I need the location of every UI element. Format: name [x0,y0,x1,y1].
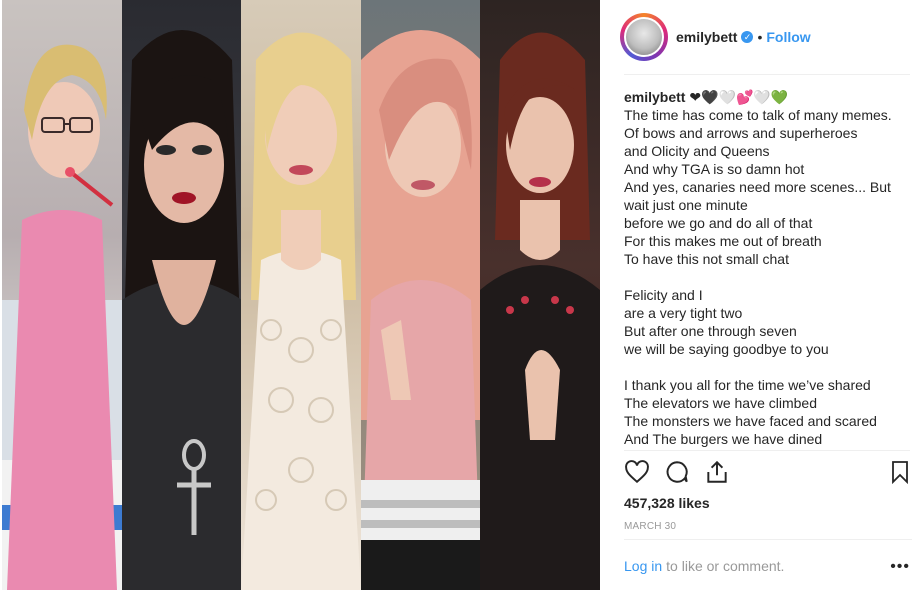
caption-line: Of bows and arrows and superheroes [624,125,858,141]
caption-line: Felicity and I [624,287,703,303]
caption-line: and Olicity and Queens [624,143,770,159]
caption-lines: The time has come to talk of many memes.… [624,106,900,448]
post-actions: 457,328 likes MARCH 30 [624,450,910,541]
caption-line [624,358,900,376]
post-sidebar: emilybett ✓ • Follow emilybett ❤🖤🤍💕🤍💚 Th… [600,0,920,590]
image-panel-3 [241,0,361,590]
caption-first-line: emilybett ❤🖤🤍💕🤍💚 [624,88,900,106]
verified-badge-icon: ✓ [741,31,754,43]
image-panel-4 [360,0,481,590]
post-caption: emilybett ❤🖤🤍💕🤍💚 The time has come to ta… [624,88,900,448]
caption-line: before we go and do all of that [624,215,813,231]
caption-line: The time has come to talk of many memes. [624,107,892,123]
caption-line: we will be saying goodbye to you [624,341,829,357]
post-date[interactable]: MARCH 30 [624,521,676,532]
bookmark-icon[interactable] [888,459,916,487]
caption-username[interactable]: emilybett [624,89,685,105]
action-icons [624,459,914,487]
comment-prompt: to like or comment. [666,557,785,574]
likes-count[interactable]: 457,328 likes [624,495,710,511]
login-link[interactable]: Log in [624,558,662,574]
post-header: emilybett ✓ • Follow [620,0,910,75]
image-panel-1 [2,0,122,590]
caption-emoji: ❤🖤🤍💕🤍💚 [689,89,789,105]
image-panel-5 [480,0,600,590]
heart-icon[interactable] [624,459,652,487]
caption-line: The monsters we have faced and scared [624,413,877,429]
username-link[interactable]: emilybett [676,29,737,45]
caption-line: I thank you all for the time we’ve share… [624,377,871,393]
avatar[interactable] [620,13,668,61]
caption-line: And The burgers we have dined [624,431,823,447]
image-panel-2 [121,0,242,590]
caption-line: To have this not small chat [624,251,789,267]
comment-icon[interactable] [664,459,692,487]
separator-dot: • [757,29,763,45]
caption-line: And yes, canaries need more scenes... Bu… [624,179,891,213]
avatar-image [624,17,664,57]
caption-line: For this makes me out of breath [624,233,822,249]
caption-line: But after one through seven [624,323,797,339]
caption-line [624,268,900,286]
caption-line: are a very tight two [624,305,743,321]
follow-button[interactable]: Follow [766,29,810,45]
comment-bar: Log in to like or comment. ••• [624,539,912,591]
share-icon[interactable] [704,459,732,487]
caption-line: The elevators we have climbed [624,395,817,411]
post-image[interactable] [2,0,600,590]
more-options-icon[interactable]: ••• [890,558,910,576]
caption-line: And why TGA is so damn hot [624,161,805,177]
